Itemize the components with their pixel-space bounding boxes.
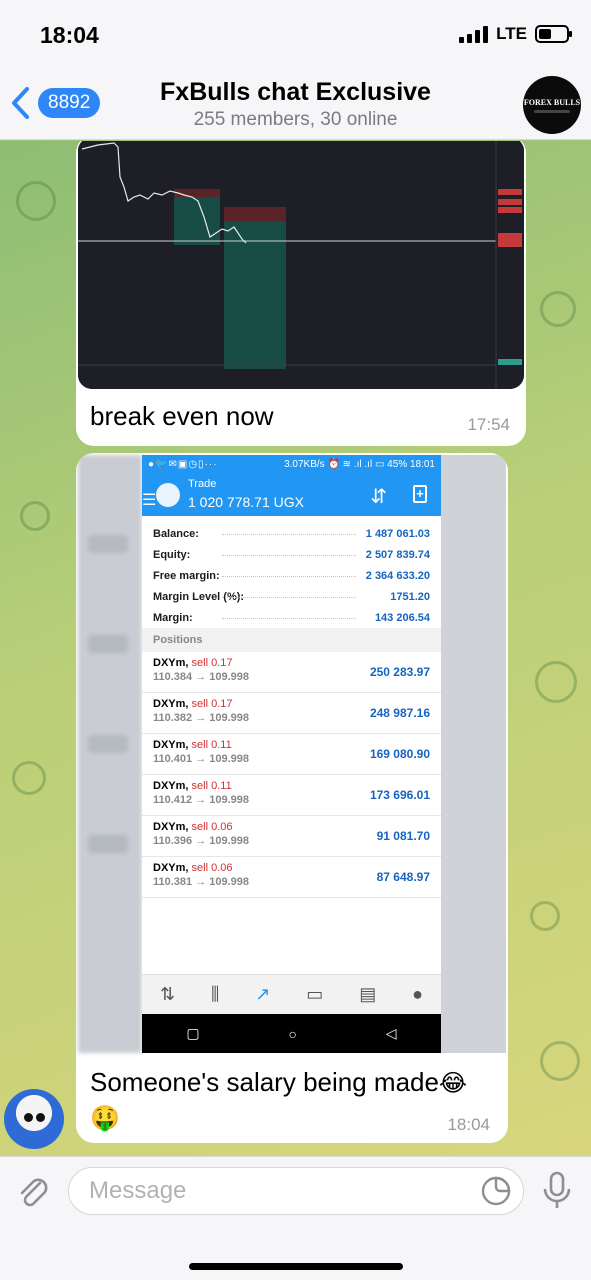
position-row: DXYm, sell 0.17 110.382 → 109.998 248 98… — [142, 693, 441, 734]
position-row: DXYm, sell 0.17 110.384 → 109.998 250 28… — [142, 652, 441, 693]
message-text: break even now — [90, 401, 274, 431]
trade-screenshot-image[interactable]: ●🐦✉▣◷▯··· 3.07KB/s ⏰ ≋ .ıl .ıl ▭ 45% 18:… — [142, 455, 441, 1053]
account-row: Equity: 2 507 839.74 — [153, 548, 430, 561]
user-avatar[interactable] — [4, 1089, 64, 1149]
recents-icon: ▢ — [186, 1025, 200, 1041]
position-row: DXYm, sell 0.11 110.401 → 109.998 169 08… — [142, 734, 441, 775]
account-row: Margin Level (%): 1751.20 — [153, 590, 430, 603]
status-time: 18:04 — [40, 22, 99, 48]
network-label: LTE — [496, 24, 527, 43]
chat-header: 8892 FxBulls chat Exclusive 255 members,… — [0, 72, 591, 140]
price-chart — [78, 141, 524, 389]
quotes-icon: ⇅ — [159, 984, 176, 1004]
message-bubble[interactable]: break even now 17:54 — [76, 141, 526, 446]
chart-screenshot-image[interactable] — [78, 141, 524, 389]
chart-icon: ⫼ — [211, 984, 220, 1004]
signal-icon — [459, 25, 489, 43]
avatar-text: FOREX BULLS — [523, 97, 581, 107]
account-row: Balance: 1 487 061.03 — [153, 527, 430, 540]
account-row: Free margin: 2 364 633.20 — [153, 569, 430, 582]
chat-area[interactable]: break even now 17:54 ●🐦✉▣◷▯··· 3.07KB/s … — [0, 141, 591, 1156]
home-indicator — [189, 1263, 403, 1270]
sticker-icon[interactable] — [480, 1175, 512, 1207]
message-composer — [0, 1156, 591, 1280]
chat-title[interactable]: FxBulls chat Exclusive — [0, 78, 591, 107]
back-nav-icon: ◁ — [385, 1025, 397, 1041]
app-title: Trade — [188, 478, 217, 490]
account-row: Margin: 143 206.54 — [153, 611, 430, 624]
android-nav-bar: ▢ ○ ◁ — [142, 1014, 441, 1053]
battery-icon — [535, 25, 572, 43]
phone-status-bar: ●🐦✉▣◷▯··· 3.07KB/s ⏰ ≋ .ıl .ıl ▭ 45% 18:… — [142, 455, 441, 474]
app-balance: 1 020 778.71 UGX — [188, 494, 304, 510]
blurred-edge — [441, 455, 506, 1053]
account-summary: Balance: 1 487 061.03 Equity: 2 507 839.74… — [142, 516, 441, 628]
message-time: 18:04 — [447, 1115, 490, 1134]
microphone-icon[interactable] — [540, 1171, 574, 1211]
paperclip-icon[interactable] — [14, 1173, 52, 1211]
chat-subtitle: 255 members, 30 online — [193, 109, 398, 130]
phone-status-icons: ●🐦✉▣◷▯··· — [148, 459, 218, 470]
phone-status-info: 3.07KB/s ⏰ ≋ .ıl .ıl ▭ 45% 18:01 — [284, 459, 435, 470]
message-bubble[interactable]: ●🐦✉▣◷▯··· 3.07KB/s ⏰ ≋ .ıl .ıl ▭ 45% 18:… — [76, 453, 508, 1143]
news-icon: ▤ — [359, 984, 377, 1004]
status-icons: LTE — [459, 24, 572, 44]
message-time: 17:54 — [467, 415, 510, 434]
chat-icon: ● — [412, 984, 424, 1004]
message-text: Someone's salary being made😂🤑 — [90, 1067, 467, 1132]
sort-icon: ⇵ — [370, 486, 387, 508]
position-row: DXYm, sell 0.06 110.381 → 109.998 87 648… — [142, 857, 441, 898]
message-input[interactable] — [68, 1167, 524, 1215]
status-bar: 18:04 LTE — [0, 0, 591, 72]
menu-icon: ☰ — [142, 492, 157, 509]
home-icon: ○ — [288, 1025, 297, 1042]
trade-icon: ↗ — [255, 984, 271, 1004]
app-logo-icon — [156, 483, 180, 507]
positions-header: Positions — [142, 628, 441, 652]
position-row: DXYm, sell 0.06 110.396 → 109.998 91 081… — [142, 816, 441, 857]
channel-avatar[interactable]: FOREX BULLS — [523, 76, 581, 134]
position-row: DXYm, sell 0.11 110.412 → 109.998 173 69… — [142, 775, 441, 816]
app-tab-bar: ⇅ ⫼ ↗ ▭ ▤ ● — [142, 974, 441, 1014]
blurred-edge — [78, 455, 142, 1053]
app-bar: ☰ Trade 1 020 778.71 UGX ⇵ + — [142, 474, 441, 516]
new-order-icon: + — [413, 485, 427, 503]
history-icon: ▭ — [306, 984, 324, 1004]
